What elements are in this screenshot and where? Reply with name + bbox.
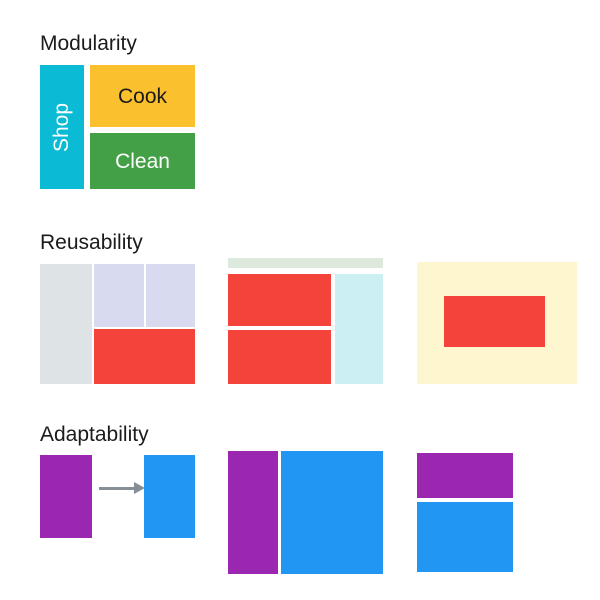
- adaptability-p3-bar-purple[interactable]: [417, 453, 513, 498]
- adaptability-p2-column-purple[interactable]: [228, 451, 278, 574]
- reusability-p1-content-red[interactable]: [94, 329, 195, 384]
- reusability-p2-topbar-green[interactable]: [228, 258, 383, 268]
- reusability-p3-content-red-center[interactable]: [444, 296, 545, 347]
- diagram-canvas: Modularity Shop Cook Clean Reusability A…: [0, 0, 600, 600]
- modularity-label-shop: Shop: [40, 65, 84, 189]
- section-title-reusability: Reusability: [40, 231, 143, 254]
- reusability-p2-sidebar-cyan[interactable]: [335, 274, 383, 384]
- modularity-label-cook: Cook: [117, 84, 168, 108]
- section-title-adaptability: Adaptability: [40, 423, 149, 446]
- reusability-p1-card-lavender-left[interactable]: [94, 264, 144, 327]
- modularity-label-shop-text: Shop: [50, 102, 74, 152]
- modularity-label-clean: Clean: [115, 149, 170, 173]
- reusability-p2-content-red-bottom[interactable]: [228, 330, 331, 384]
- section-title-modularity: Modularity: [40, 32, 137, 55]
- reusability-p1-card-lavender-right[interactable]: [146, 264, 195, 327]
- adaptability-p2-area-blue[interactable]: [281, 451, 383, 574]
- adaptability-p1-target-blue[interactable]: [144, 455, 195, 538]
- reusability-p1-sidebar-gray[interactable]: [40, 264, 92, 384]
- adaptability-p3-area-blue[interactable]: [417, 502, 513, 572]
- reusability-p2-content-red-top[interactable]: [228, 274, 331, 326]
- adaptability-p1-source-purple[interactable]: [40, 455, 92, 538]
- adaptability-p1-arrow-line: [99, 487, 135, 490]
